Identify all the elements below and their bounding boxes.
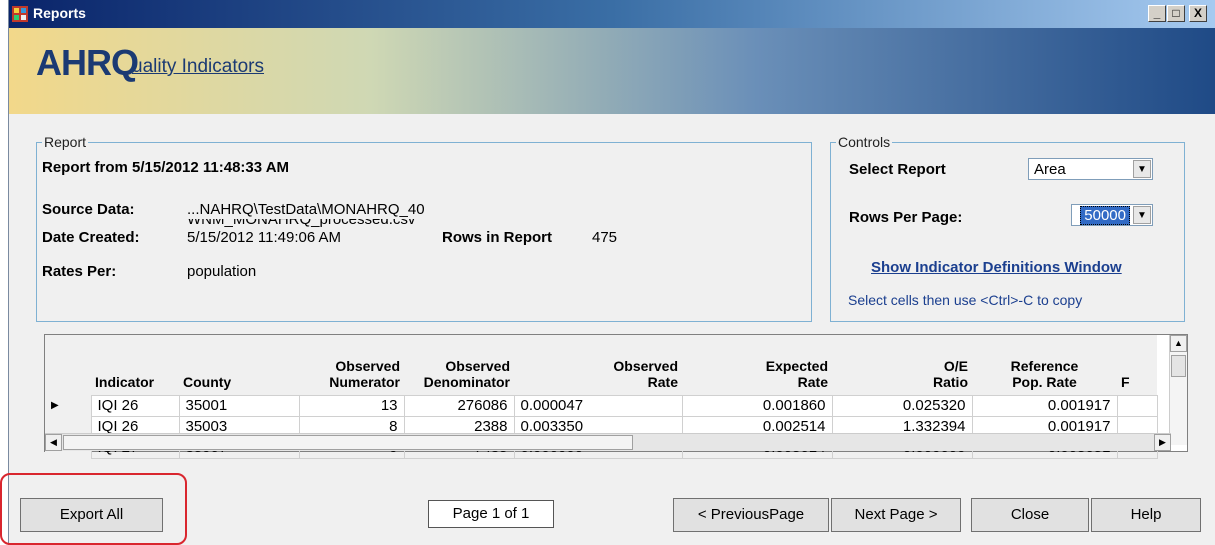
column-header[interactable]: O/E Ratio: [832, 335, 972, 395]
column-header-line2: County: [183, 373, 232, 390]
table-cell[interactable]: 0.025320: [831, 394, 973, 417]
horizontal-scrollbar[interactable]: ◀ ▶: [45, 433, 1171, 451]
column-header-line1: Observed: [335, 357, 400, 374]
date-created-label: Date Created:: [42, 229, 140, 246]
select-report-dropdown[interactable]: Area ▼: [1028, 158, 1153, 180]
previous-page-button[interactable]: < PreviousPage: [673, 498, 829, 532]
column-header-line2: Ratio: [933, 373, 968, 390]
column-header-line1: F: [1121, 373, 1130, 390]
column-header-line1: Observed: [613, 357, 678, 374]
table-cell[interactable]: 13: [298, 394, 405, 417]
table-cell[interactable]: IQI 26: [90, 394, 180, 417]
help-button[interactable]: Help: [1091, 498, 1201, 532]
column-header-line1: Expected: [765, 357, 828, 374]
column-header[interactable]: Reference Pop. Rate: [972, 335, 1117, 395]
date-created-value: 5/15/2012 11:49:06 AM: [187, 229, 342, 246]
column-header[interactable]: Observed Rate: [514, 335, 682, 395]
page-indicator: Page 1 of 1: [428, 500, 554, 528]
column-header-line1: O/E: [943, 357, 968, 374]
scroll-up-icon[interactable]: ▲: [1170, 335, 1187, 352]
column-header-line2: Rate: [797, 373, 828, 390]
rows-in-report-value: 475: [592, 229, 618, 246]
column-header-line2: Numerator: [329, 373, 400, 390]
chevron-down-icon[interactable]: ▼: [1133, 206, 1151, 224]
report-data-grid[interactable]: Indicator County Observed Numerator Obser…: [44, 334, 1188, 459]
source-data-value-cut: WNM_MONAHRQ_processed.csv: [187, 219, 415, 227]
table-cell[interactable]: 276086: [403, 394, 515, 417]
column-header[interactable]: County: [179, 335, 299, 395]
select-report-label: Select Report: [849, 161, 946, 178]
table-cell[interactable]: 35001: [178, 394, 300, 417]
horizontal-scroll-thumb[interactable]: [63, 435, 633, 450]
copy-hint-text: Select cells then use <Ctrl>-C to copy: [848, 292, 1083, 308]
table-row[interactable]: ▶ IQI 26 35001 13 276086 0.000047 0.0018…: [45, 394, 1158, 417]
close-button[interactable]: Close: [971, 498, 1089, 532]
report-heading: Report from 5/15/2012 11:48:33 AM: [42, 159, 290, 176]
column-header-line1: Reference: [1010, 357, 1079, 374]
column-header-line1: Observed: [445, 357, 510, 374]
column-header[interactable]: Observed Denominator: [404, 335, 514, 395]
source-data-overflow: WNM_MONAHRQ_processed.csv: [187, 219, 447, 227]
column-header[interactable]: Expected Rate: [682, 335, 832, 395]
app-icon: [12, 6, 28, 22]
controls-group-title: Controls: [836, 134, 893, 150]
scroll-left-icon[interactable]: ◀: [45, 434, 62, 451]
rows-per-page-label: Rows Per Page:: [849, 209, 963, 226]
rates-per-label: Rates Per:: [42, 263, 117, 280]
logo-subtext: uality Indicators: [132, 56, 265, 77]
ahrq-banner: AHRQ uality Indicators: [9, 28, 1215, 114]
source-data-label: Source Data:: [42, 201, 135, 218]
source-data-value: ...NAHRQ\TestData\MONAHRQ_40: [187, 201, 425, 218]
vertical-scrollbar[interactable]: ▲: [1169, 335, 1187, 445]
logo-text: AHRQ: [36, 42, 139, 83]
rates-per-value: population: [187, 263, 257, 280]
table-cell[interactable]: 0.001917: [971, 394, 1118, 417]
row-header-corner: [45, 335, 91, 395]
column-header-line2: Pop. Rate: [1012, 373, 1077, 390]
table-cell[interactable]: 0.001860: [681, 394, 833, 417]
table-header-row: Indicator County Observed Numerator Obser…: [45, 335, 1157, 395]
reports-window: Reports _ □ X AHRQ uality Indicators Rep…: [8, 0, 1215, 545]
rows-in-report-label: Rows in Report: [442, 229, 553, 246]
window-title: Reports: [33, 5, 86, 21]
chevron-down-icon[interactable]: ▼: [1133, 160, 1151, 178]
column-header[interactable]: Indicator: [91, 335, 179, 395]
table-cell[interactable]: 0.000047: [513, 394, 683, 417]
rows-per-page-value: 50000: [1080, 206, 1130, 225]
report-group-title: Report: [42, 134, 89, 150]
column-header[interactable]: F: [1117, 335, 1157, 395]
scroll-right-icon[interactable]: ▶: [1154, 434, 1171, 451]
rows-per-page-dropdown[interactable]: 50000 ▼: [1071, 204, 1153, 226]
show-indicator-definitions-link[interactable]: Show Indicator Definitions Window: [871, 259, 1122, 276]
select-report-value: Area: [1034, 161, 1066, 178]
maximize-button[interactable]: □: [1167, 5, 1185, 22]
next-page-button[interactable]: Next Page >: [831, 498, 961, 532]
export-all-highlight: [0, 473, 187, 545]
controls-group: Controls Select Report Area ▼ Rows Per P…: [830, 134, 1185, 322]
report-group: Report Report from 5/15/2012 11:48:33 AM…: [36, 134, 812, 322]
title-bar: Reports _ □ X: [9, 0, 1215, 28]
column-header[interactable]: Observed Numerator: [299, 335, 404, 395]
column-header-line2: Rate: [647, 373, 678, 390]
table-cell[interactable]: [1116, 394, 1158, 417]
current-row-arrow-icon[interactable]: ▶: [45, 395, 91, 416]
footer-bar: Export All Page 1 of 1 < PreviousPage Ne…: [9, 480, 1215, 545]
column-header-line2: Indicator: [95, 373, 155, 390]
column-header-line2: Denominator: [423, 373, 510, 390]
minimize-button[interactable]: _: [1148, 5, 1166, 22]
close-window-button[interactable]: X: [1189, 5, 1207, 22]
vertical-scroll-thumb[interactable]: [1171, 355, 1186, 377]
